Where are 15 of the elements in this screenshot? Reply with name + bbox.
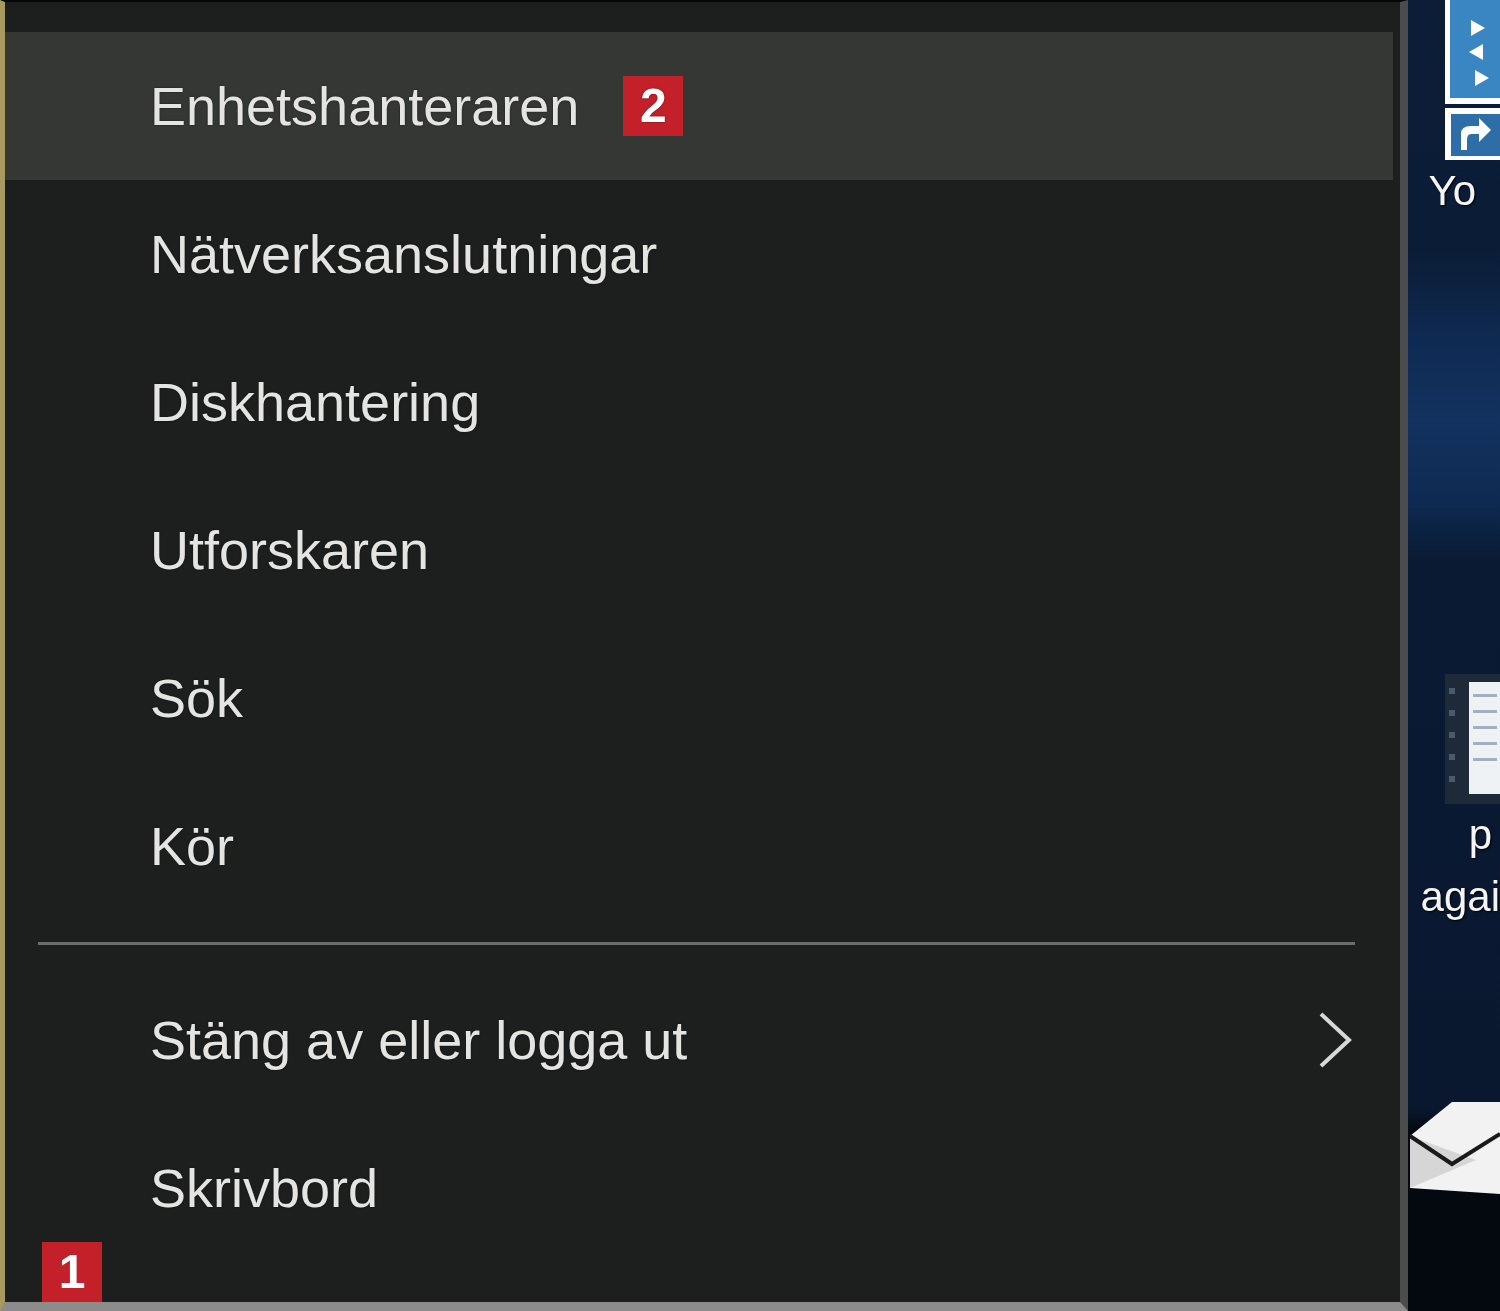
desktop-icon-label: agai: [1420, 872, 1500, 922]
chevron-right-icon: [1317, 1010, 1353, 1070]
document-thumbnail-icon[interactable]: [1445, 674, 1500, 804]
menu-item[interactable]: Enhetshanteraren 2: [5, 32, 1393, 180]
menu-item[interactable]: Sök: [5, 624, 1393, 772]
menu-item[interactable]: Utforskaren: [5, 476, 1393, 624]
menu-item[interactable]: Diskhantering: [5, 328, 1393, 476]
number-badge: 1: [42, 1242, 102, 1302]
menu-item[interactable]: Nätverksanslutningar: [5, 180, 1393, 328]
desktop-icon-label: Yo: [1428, 166, 1476, 216]
menu-item[interactable]: Kör: [5, 772, 1393, 920]
app-tile-icon[interactable]: [1445, 0, 1500, 160]
desktop-icon-label: p: [1468, 810, 1492, 860]
number-badge: 2: [623, 76, 684, 136]
menu-item[interactable]: Stäng av eller logga ut: [5, 966, 1393, 1114]
